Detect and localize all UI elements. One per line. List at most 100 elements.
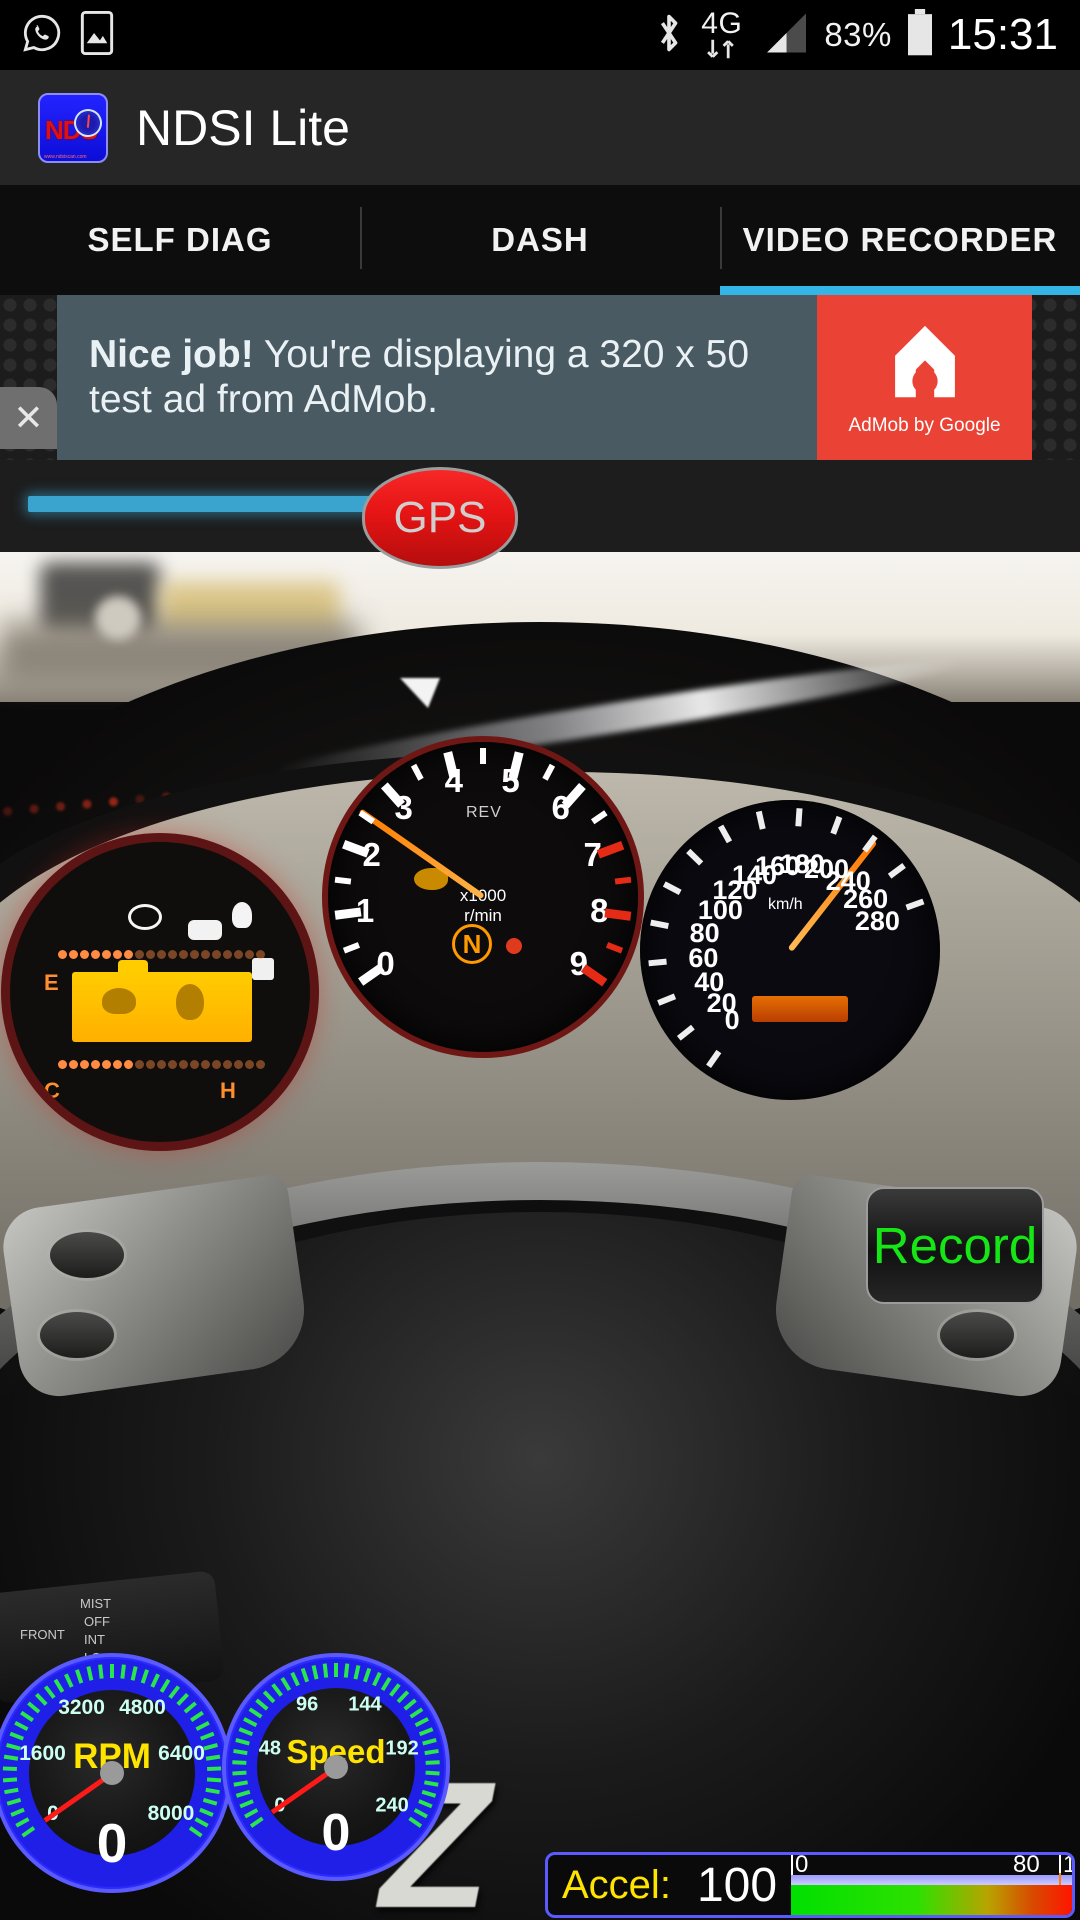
admob-credit-label: AdMob by Google — [848, 414, 1001, 436]
tab-self-diag[interactable]: SELF DIAG — [0, 185, 360, 295]
speedo-units-label: km/h — [768, 896, 803, 913]
app-bar: NDS www.ndsiscan.com NDSI Lite — [0, 70, 1080, 185]
speedo-tick — [830, 815, 843, 835]
admob-icon — [879, 319, 971, 411]
brake-warning-icon — [128, 904, 162, 930]
loading-progress-bar — [28, 496, 389, 512]
gauge-tick — [110, 1664, 114, 1678]
ad-headline: Nice job! — [89, 332, 254, 376]
accel-label: Accel: — [562, 1862, 671, 1907]
preview-speedometer: km/h 0 20 40 60 80 100 120 140 160 180 200 240 260 28… — [640, 800, 940, 1100]
speedo-tick — [905, 898, 925, 911]
gauge-label-4800: 4800 — [119, 1695, 166, 1719]
progress-bar-area — [0, 460, 1080, 552]
status-bar: 4G 83% 15:31 — [0, 0, 1080, 70]
gauge-label-1600: 1600 — [19, 1742, 66, 1766]
gauge-label-96: 96 — [295, 1693, 319, 1716]
stalk-label-mist: MIST — [80, 1596, 112, 1611]
network-type-label: 4G — [701, 6, 743, 40]
temp-cold-label: C — [44, 1078, 60, 1103]
door-ajar-icon — [252, 958, 274, 980]
admob-banner[interactable]: Nice job! You're displaying a 320 x 50 t… — [57, 295, 1032, 460]
gauge-tick — [425, 1770, 440, 1776]
ad-text: Nice job! You're displaying a 320 x 50 t… — [57, 295, 817, 460]
speedo-tick — [706, 1049, 722, 1069]
gauge-label-8000: 8000 — [147, 1802, 195, 1826]
speedo-tick — [662, 881, 682, 896]
temp-bar-dots — [58, 1060, 266, 1069]
tab-video-recorder[interactable]: VIDEO RECORDER — [720, 185, 1080, 295]
page-title: NDSI Lite — [136, 99, 350, 156]
battery-percent-label: 83% — [824, 16, 892, 53]
stalk-label-front: FRONT — [20, 1627, 65, 1642]
stalk-label-off: OFF — [84, 1614, 110, 1629]
gps-button[interactable]: GPS — [362, 467, 518, 569]
tach-tick-minor — [542, 763, 556, 781]
speedo-number-280: 280 — [854, 905, 900, 936]
status-bar-right: 4G 83% 15:31 — [651, 6, 1080, 62]
clock-label: 15:31 — [947, 10, 1058, 59]
gauge-tick — [232, 1760, 247, 1765]
gauge-tick — [206, 1777, 222, 1783]
tab-self-diag-label: SELF DIAG — [87, 221, 273, 258]
tab-bar: SELF DIAG DASH VIDEO RECORDER — [0, 185, 1080, 295]
gauge-value-label: 0 — [96, 1812, 128, 1874]
gauge-label-144: 144 — [348, 1693, 382, 1716]
tab-dash[interactable]: DASH — [360, 185, 720, 295]
tach-tick-major — [508, 751, 524, 779]
wheel-button-right-2 — [940, 1312, 1014, 1358]
ad-close-button[interactable]: ✕ — [0, 387, 57, 449]
gear-indicator: N — [452, 924, 492, 964]
gauge-tick — [334, 1663, 338, 1677]
app-logo-url: www.ndsiscan.com — [44, 153, 87, 160]
speedo-tick — [648, 958, 667, 967]
preview-fuel-temp-dial: E F C H — [10, 842, 310, 1142]
gauge-label-48: 48 — [258, 1737, 282, 1760]
status-bar-left — [0, 10, 114, 60]
rpm-gauge[interactable]: 016003200480064008000RPM0 — [0, 1653, 232, 1893]
tach-tick-major — [604, 908, 632, 921]
wheel-button-left-2 — [40, 1312, 114, 1358]
stalk-label-int: INT — [84, 1632, 105, 1647]
gauge-label-3200: 3200 — [58, 1695, 105, 1719]
accel-fill — [791, 1885, 1072, 1915]
tach-tick-minor — [614, 876, 632, 885]
gauge-label-6400: 6400 — [158, 1742, 205, 1766]
tach-tick-minor — [334, 876, 352, 885]
gauge-label-192: 192 — [385, 1737, 419, 1760]
fuel-empty-label: E — [44, 970, 59, 995]
record-button-label: Record — [872, 1217, 1038, 1274]
record-button[interactable]: Record — [866, 1187, 1044, 1304]
close-icon: ✕ — [13, 397, 44, 438]
preview-tachometer: REV x1000 r/min N 0123456789 — [328, 742, 638, 1052]
tach-tick-minor — [480, 748, 486, 764]
seatbelt-warning-icon — [188, 920, 222, 940]
ad-zone: Nice job! You're displaying a 320 x 50 t… — [0, 295, 1080, 460]
gauge-hub — [324, 1755, 348, 1779]
temp-hot-label: H — [220, 1078, 236, 1103]
airbag-icon — [232, 902, 252, 928]
tach-warning-lamp-icon — [506, 938, 522, 954]
accel-bar: 0 80 100 — [791, 1855, 1072, 1915]
gauge-label-240: 240 — [375, 1794, 409, 1817]
admob-logo-block: AdMob by Google — [817, 295, 1032, 460]
whatsapp-icon — [22, 13, 62, 58]
signal-strength-icon — [756, 10, 810, 61]
app-logo-icon: NDS www.ndsiscan.com — [38, 92, 108, 163]
speedo-tick — [650, 919, 669, 929]
tach-rev-label: REV — [466, 804, 502, 821]
tach-tick-minor — [605, 942, 624, 954]
speedo-odometer — [752, 996, 848, 1022]
speedo-tick — [755, 810, 766, 830]
gauge-tick — [207, 1766, 222, 1772]
battery-icon — [906, 8, 934, 62]
mobile-data-icon: 4G — [701, 6, 743, 61]
wheel-button-left-1 — [50, 1232, 124, 1278]
speedo-tick — [676, 1024, 695, 1041]
speedo-tick — [686, 848, 704, 866]
tach-units-label: x1000 r/min — [460, 886, 506, 925]
speedo-tick — [887, 863, 906, 879]
tab-video-recorder-label: VIDEO RECORDER — [742, 221, 1058, 258]
speed-gauge[interactable]: 04896144192240Speed0 — [222, 1653, 450, 1881]
gauge-tick — [2, 1766, 17, 1772]
